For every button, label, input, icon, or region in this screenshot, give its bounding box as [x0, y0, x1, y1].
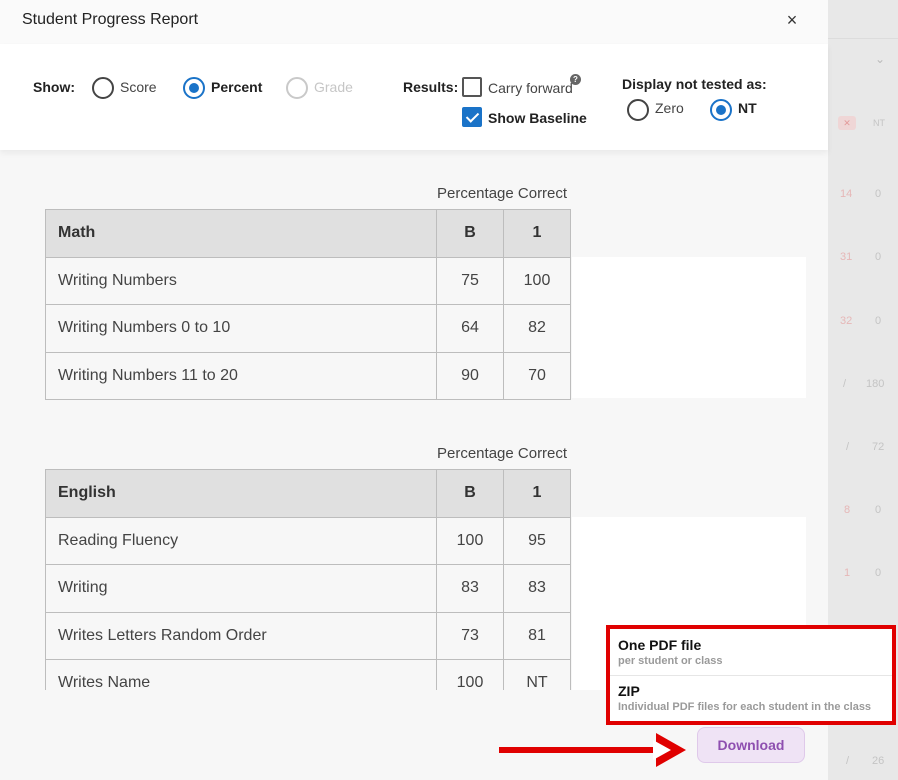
- score-cell: 95: [503, 516, 571, 565]
- download-one-pdf-option[interactable]: One PDF file per student or class: [610, 629, 892, 675]
- table-row-extension: [572, 257, 806, 398]
- background-cell: /: [846, 755, 850, 767]
- show-score-label: Score: [120, 79, 157, 95]
- column-header: B: [436, 469, 504, 518]
- background-cell: 180: [866, 378, 885, 390]
- skill-name: Writing: [45, 564, 437, 613]
- carry-forward-label: Carry forward: [488, 80, 573, 96]
- background-cell: 0: [875, 315, 882, 327]
- background-header-divider: [828, 38, 898, 39]
- table-row: Writing Numbers 11 to 20 90 70: [45, 351, 571, 400]
- modal-header: Student Progress Report ×: [0, 0, 828, 44]
- download-zip-option[interactable]: ZIP Individual PDF files for each studen…: [610, 675, 892, 721]
- show-percent-radio[interactable]: [183, 77, 205, 99]
- background-cell: /: [843, 378, 847, 390]
- not-tested-nt-label: NT: [738, 100, 757, 116]
- skill-name: Writes Letters Random Order: [45, 611, 437, 660]
- math-table-caption: Percentage Correct: [437, 185, 568, 202]
- background-cell: 8: [844, 504, 851, 516]
- score-cell: 64: [436, 304, 504, 353]
- background-cell: 72: [872, 441, 885, 453]
- score-cell: 100: [503, 256, 571, 305]
- table-row: Writing Numbers 0 to 10 64 82: [45, 304, 571, 353]
- annotation-arrow-line: [499, 747, 669, 753]
- background-cell: 31: [840, 251, 853, 263]
- score-cell: 81: [503, 611, 571, 660]
- score-cell: 70: [503, 351, 571, 400]
- background-cell: 0: [875, 567, 882, 579]
- results-label: Results:: [403, 79, 459, 95]
- download-menu: One PDF file per student or class ZIP In…: [606, 625, 896, 725]
- not-tested-zero-radio[interactable]: [627, 99, 649, 121]
- show-score-radio[interactable]: [92, 77, 114, 99]
- skill-name: Writing Numbers 11 to 20: [45, 351, 437, 400]
- option-title: ZIP: [618, 683, 640, 699]
- background-cell: 1: [844, 567, 851, 579]
- english-table-caption: Percentage Correct: [437, 445, 568, 462]
- background-cell: 26: [872, 755, 885, 767]
- column-header: 1: [503, 469, 571, 518]
- score-cell: 73: [436, 611, 504, 660]
- skill-name: Reading Fluency: [45, 516, 437, 565]
- close-button[interactable]: ×: [782, 10, 802, 30]
- annotation-arrow-outline: [653, 740, 671, 760]
- table-header-row: Math B 1: [45, 209, 571, 258]
- score-cell: 100: [436, 516, 504, 565]
- carry-forward-checkbox[interactable]: [462, 77, 482, 97]
- show-baseline-label: Show Baseline: [488, 110, 587, 126]
- column-header: B: [436, 209, 504, 258]
- table-row: Writes Letters Random Order 73 81: [45, 611, 571, 660]
- score-cell: 75: [436, 256, 504, 305]
- show-percent-label: Percent: [211, 79, 263, 95]
- score-cell: 82: [503, 304, 571, 353]
- not-tested-label: Display not tested as:: [622, 76, 767, 92]
- score-cell: 83: [503, 564, 571, 613]
- math-score-table: Math B 1 Writing Numbers 75 100 Writing …: [45, 209, 571, 400]
- show-grade-radio[interactable]: [286, 77, 308, 99]
- download-button[interactable]: Download: [697, 727, 805, 763]
- help-icon[interactable]: ?: [570, 74, 581, 85]
- option-subtitle: Individual PDF files for each student in…: [618, 701, 872, 713]
- not-tested-nt-radio[interactable]: [710, 99, 732, 121]
- chevron-down-icon: ⌄: [875, 52, 886, 66]
- report-options-panel: Show: Score Percent Grade Results: Carry…: [0, 44, 828, 150]
- subject-header: English: [45, 469, 437, 518]
- modal-title: Student Progress Report: [22, 11, 199, 28]
- table-row: Reading Fluency 100 95: [45, 516, 571, 565]
- skill-name: Writing Numbers: [45, 256, 437, 305]
- not-tested-zero-label: Zero: [655, 100, 684, 116]
- column-header: 1: [503, 209, 571, 258]
- show-baseline-checkbox[interactable]: [462, 107, 482, 127]
- table-header-row: English B 1: [45, 469, 571, 518]
- background-cell: 14: [840, 188, 853, 200]
- table-row: Writing 83 83: [45, 564, 571, 613]
- table-row: Writing Numbers 75 100: [45, 256, 571, 305]
- option-subtitle: per student or class: [618, 655, 723, 667]
- background-cell: NT: [873, 118, 885, 128]
- score-cell: 83: [436, 564, 504, 613]
- show-label: Show:: [33, 79, 75, 95]
- show-grade-label: Grade: [314, 79, 353, 95]
- background-cell: 0: [875, 504, 882, 516]
- skill-name: Writing Numbers 0 to 10: [45, 304, 437, 353]
- background-cell: 0: [875, 251, 882, 263]
- background-cell: 0: [875, 188, 882, 200]
- background-cell: 32: [840, 315, 853, 327]
- close-icon: ✕: [838, 116, 856, 130]
- background-cell: /: [846, 441, 850, 453]
- option-title: One PDF file: [618, 637, 702, 653]
- subject-header: Math: [45, 209, 437, 258]
- english-score-table: English B 1 Reading Fluency 100 95 Writi…: [45, 469, 571, 708]
- score-cell: 90: [436, 351, 504, 400]
